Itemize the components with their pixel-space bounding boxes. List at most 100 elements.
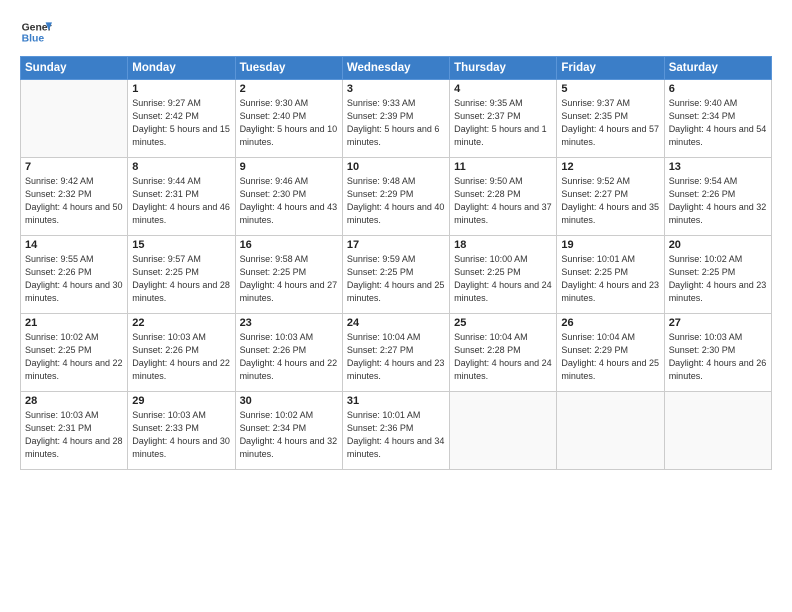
calendar-cell: 24 Sunrise: 10:04 AM Sunset: 2:27 PM Dayl… bbox=[342, 314, 449, 392]
week-row-0: 1 Sunrise: 9:27 AM Sunset: 2:42 PM Daylig… bbox=[21, 80, 772, 158]
day-info: Sunrise: 9:40 AM Sunset: 2:34 PM Dayligh… bbox=[669, 97, 767, 149]
calendar-cell: 12 Sunrise: 9:52 AM Sunset: 2:27 PM Dayli… bbox=[557, 158, 664, 236]
week-row-3: 21 Sunrise: 10:02 AM Sunset: 2:25 PM Dayl… bbox=[21, 314, 772, 392]
calendar-cell: 20 Sunrise: 10:02 AM Sunset: 2:25 PM Dayl… bbox=[664, 236, 771, 314]
calendar-cell: 19 Sunrise: 10:01 AM Sunset: 2:25 PM Dayl… bbox=[557, 236, 664, 314]
day-info: Sunrise: 10:03 AM Sunset: 2:30 PM Daylig… bbox=[669, 331, 767, 383]
day-number: 21 bbox=[25, 317, 123, 329]
col-header-friday: Friday bbox=[557, 57, 664, 80]
week-row-4: 28 Sunrise: 10:03 AM Sunset: 2:31 PM Dayl… bbox=[21, 392, 772, 470]
day-number: 19 bbox=[561, 239, 659, 251]
calendar-cell: 2 Sunrise: 9:30 AM Sunset: 2:40 PM Daylig… bbox=[235, 80, 342, 158]
col-header-sunday: Sunday bbox=[21, 57, 128, 80]
calendar-cell bbox=[450, 392, 557, 470]
day-info: Sunrise: 9:55 AM Sunset: 2:26 PM Dayligh… bbox=[25, 253, 123, 305]
col-header-tuesday: Tuesday bbox=[235, 57, 342, 80]
calendar-cell: 31 Sunrise: 10:01 AM Sunset: 2:36 PM Dayl… bbox=[342, 392, 449, 470]
calendar-cell: 22Sunrise: 10:03 AM Sunset: 2:26 PM Dayl… bbox=[128, 314, 235, 392]
calendar-cell: 11Sunrise: 9:50 AM Sunset: 2:28 PM Dayli… bbox=[450, 158, 557, 236]
day-number: 24 bbox=[347, 317, 445, 329]
day-number: 23 bbox=[240, 317, 338, 329]
calendar-cell: 3 Sunrise: 9:33 AM Sunset: 2:39 PM Daylig… bbox=[342, 80, 449, 158]
day-info: Sunrise: 9:50 AM Sunset: 2:28 PM Dayligh… bbox=[454, 175, 552, 227]
day-info: Sunrise: 10:04 AM Sunset: 2:29 PM Daylig… bbox=[561, 331, 659, 383]
day-info: Sunrise: 9:52 AM Sunset: 2:27 PM Dayligh… bbox=[561, 175, 659, 227]
calendar-cell: 27 Sunrise: 10:03 AM Sunset: 2:30 PM Dayl… bbox=[664, 314, 771, 392]
calendar-cell: 8Sunrise: 9:44 AM Sunset: 2:31 PM Daylig… bbox=[128, 158, 235, 236]
calendar-table: SundayMondayTuesdayWednesdayThursdayFrid… bbox=[20, 56, 772, 470]
calendar-cell: 13 Sunrise: 9:54 AM Sunset: 2:26 PM Dayli… bbox=[664, 158, 771, 236]
col-header-thursday: Thursday bbox=[450, 57, 557, 80]
day-info: Sunrise: 9:46 AM Sunset: 2:30 PM Dayligh… bbox=[240, 175, 338, 227]
calendar-cell: 18 Sunrise: 10:00 AM Sunset: 2:25 PM Dayl… bbox=[450, 236, 557, 314]
day-info: Sunrise: 9:48 AM Sunset: 2:29 PM Dayligh… bbox=[347, 175, 445, 227]
day-info: Sunrise: 9:35 AM Sunset: 2:37 PM Dayligh… bbox=[454, 97, 552, 149]
logo: General Blue bbox=[20, 16, 52, 48]
calendar-cell: 17 Sunrise: 9:59 AM Sunset: 2:25 PM Dayli… bbox=[342, 236, 449, 314]
day-info: Sunrise: 9:30 AM Sunset: 2:40 PM Dayligh… bbox=[240, 97, 338, 149]
day-info: Sunrise: 10:03 AM Sunset: 2:33 PM Daylig… bbox=[132, 409, 230, 461]
day-info: Sunrise: 10:04 AM Sunset: 2:28 PM Daylig… bbox=[454, 331, 552, 383]
calendar-cell bbox=[21, 80, 128, 158]
day-info: Sunrise: 9:57 AM Sunset: 2:25 PM Dayligh… bbox=[132, 253, 230, 305]
day-number: 5 bbox=[561, 83, 659, 95]
day-info: Sunrise: 10:01 AM Sunset: 2:36 PM Daylig… bbox=[347, 409, 445, 461]
day-number: 13 bbox=[669, 161, 767, 173]
day-number: 22 bbox=[132, 317, 230, 329]
day-number: 31 bbox=[347, 395, 445, 407]
day-info: Sunrise: 10:00 AM Sunset: 2:25 PM Daylig… bbox=[454, 253, 552, 305]
day-number: 14 bbox=[25, 239, 123, 251]
day-info: Sunrise: 10:04 AM Sunset: 2:27 PM Daylig… bbox=[347, 331, 445, 383]
calendar-cell: 26Sunrise: 10:04 AM Sunset: 2:29 PM Dayl… bbox=[557, 314, 664, 392]
day-number: 20 bbox=[669, 239, 767, 251]
day-number: 27 bbox=[669, 317, 767, 329]
day-info: Sunrise: 10:03 AM Sunset: 2:26 PM Daylig… bbox=[240, 331, 338, 383]
calendar-cell: 23 Sunrise: 10:03 AM Sunset: 2:26 PM Dayl… bbox=[235, 314, 342, 392]
day-number: 2 bbox=[240, 83, 338, 95]
calendar-cell: 1 Sunrise: 9:27 AM Sunset: 2:42 PM Daylig… bbox=[128, 80, 235, 158]
col-header-saturday: Saturday bbox=[664, 57, 771, 80]
day-number: 9 bbox=[240, 161, 338, 173]
svg-text:Blue: Blue bbox=[22, 34, 45, 45]
week-row-2: 14 Sunrise: 9:55 AM Sunset: 2:26 PM Dayli… bbox=[21, 236, 772, 314]
day-number: 1 bbox=[132, 83, 230, 95]
calendar-cell: 5 Sunrise: 9:37 AM Sunset: 2:35 PM Daylig… bbox=[557, 80, 664, 158]
calendar-cell: 7Sunrise: 9:42 AM Sunset: 2:32 PM Daylig… bbox=[21, 158, 128, 236]
day-info: Sunrise: 9:33 AM Sunset: 2:39 PM Dayligh… bbox=[347, 97, 445, 149]
day-number: 12 bbox=[561, 161, 659, 173]
calendar-header-row: SundayMondayTuesdayWednesdayThursdayFrid… bbox=[21, 57, 772, 80]
day-number: 18 bbox=[454, 239, 552, 251]
header: General Blue bbox=[20, 16, 772, 48]
calendar-cell: 25 Sunrise: 10:04 AM Sunset: 2:28 PM Dayl… bbox=[450, 314, 557, 392]
logo-icon: General Blue bbox=[20, 16, 52, 48]
day-number: 25 bbox=[454, 317, 552, 329]
day-number: 17 bbox=[347, 239, 445, 251]
calendar-cell: 16Sunrise: 9:58 AM Sunset: 2:25 PM Dayli… bbox=[235, 236, 342, 314]
day-number: 7 bbox=[25, 161, 123, 173]
day-number: 28 bbox=[25, 395, 123, 407]
day-info: Sunrise: 10:02 AM Sunset: 2:25 PM Daylig… bbox=[25, 331, 123, 383]
day-info: Sunrise: 9:37 AM Sunset: 2:35 PM Dayligh… bbox=[561, 97, 659, 149]
day-info: Sunrise: 9:54 AM Sunset: 2:26 PM Dayligh… bbox=[669, 175, 767, 227]
day-number: 15 bbox=[132, 239, 230, 251]
day-number: 8 bbox=[132, 161, 230, 173]
calendar-cell: 21 Sunrise: 10:02 AM Sunset: 2:25 PM Dayl… bbox=[21, 314, 128, 392]
day-info: Sunrise: 10:01 AM Sunset: 2:25 PM Daylig… bbox=[561, 253, 659, 305]
calendar-cell: 15 Sunrise: 9:57 AM Sunset: 2:25 PM Dayli… bbox=[128, 236, 235, 314]
calendar-cell: 9 Sunrise: 9:46 AM Sunset: 2:30 PM Daylig… bbox=[235, 158, 342, 236]
calendar-cell: 28 Sunrise: 10:03 AM Sunset: 2:31 PM Dayl… bbox=[21, 392, 128, 470]
col-header-wednesday: Wednesday bbox=[342, 57, 449, 80]
day-info: Sunrise: 9:27 AM Sunset: 2:42 PM Dayligh… bbox=[132, 97, 230, 149]
day-info: Sunrise: 9:59 AM Sunset: 2:25 PM Dayligh… bbox=[347, 253, 445, 305]
day-info: Sunrise: 10:02 AM Sunset: 2:25 PM Daylig… bbox=[669, 253, 767, 305]
page: General Blue SundayMondayTuesdayWednesda… bbox=[0, 0, 792, 612]
calendar-cell: 14 Sunrise: 9:55 AM Sunset: 2:26 PM Dayli… bbox=[21, 236, 128, 314]
week-row-1: 7Sunrise: 9:42 AM Sunset: 2:32 PM Daylig… bbox=[21, 158, 772, 236]
calendar-cell bbox=[557, 392, 664, 470]
day-info: Sunrise: 10:03 AM Sunset: 2:31 PM Daylig… bbox=[25, 409, 123, 461]
calendar-cell: 30Sunrise: 10:02 AM Sunset: 2:34 PM Dayl… bbox=[235, 392, 342, 470]
calendar-cell: 4Sunrise: 9:35 AM Sunset: 2:37 PM Daylig… bbox=[450, 80, 557, 158]
calendar-cell: 10Sunrise: 9:48 AM Sunset: 2:29 PM Dayli… bbox=[342, 158, 449, 236]
calendar-cell: 6Sunrise: 9:40 AM Sunset: 2:34 PM Daylig… bbox=[664, 80, 771, 158]
day-number: 3 bbox=[347, 83, 445, 95]
